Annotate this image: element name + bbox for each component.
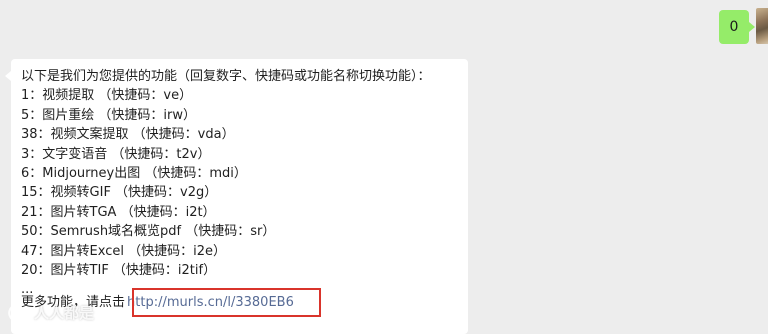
feature-item: 47：图片转Excel （快捷码：i2e） <box>21 243 226 259</box>
watermark: 人人都是 <box>6 302 94 323</box>
watermark-text: 人人都是 <box>34 304 95 322</box>
feature-item: 6：Midjourney出图 （快捷码：mdi） <box>21 165 247 181</box>
feature-item: 38：视频文案提取 （快捷码：vda） <box>21 127 235 143</box>
sent-message-text: 0 <box>729 19 739 35</box>
feature-item: 50：Semrush域名概览pdf （快捷码：sr） <box>21 224 276 240</box>
feature-item: 5：图片重绘 （快捷码：irw） <box>21 107 196 123</box>
feature-item: 20：图片转TIF （快捷码：i2tif） <box>21 262 217 278</box>
watermark-logo-icon <box>8 303 27 322</box>
message-intro: 以下是我们为您提供的功能（回复数字、快捷码或功能名称切换功能）： <box>21 69 431 84</box>
feature-item: 1：视频提取 （快捷码：ve） <box>21 88 193 104</box>
link-highlight-box <box>132 288 321 317</box>
feature-item: 21：图片转TGA （快捷码：i2t） <box>21 204 216 220</box>
feature-item: 3：文字变语音 （快捷码：t2v） <box>21 146 211 162</box>
user-avatar[interactable] <box>756 8 768 44</box>
message-body: 以下是我们为您提供的功能（回复数字、快捷码或功能名称切换功能）： 1：视频提取 … <box>21 67 431 300</box>
sent-message-bubble[interactable]: 0 <box>719 10 755 44</box>
feature-item: 15：视频转GIF （快捷码：v2g） <box>21 185 218 201</box>
